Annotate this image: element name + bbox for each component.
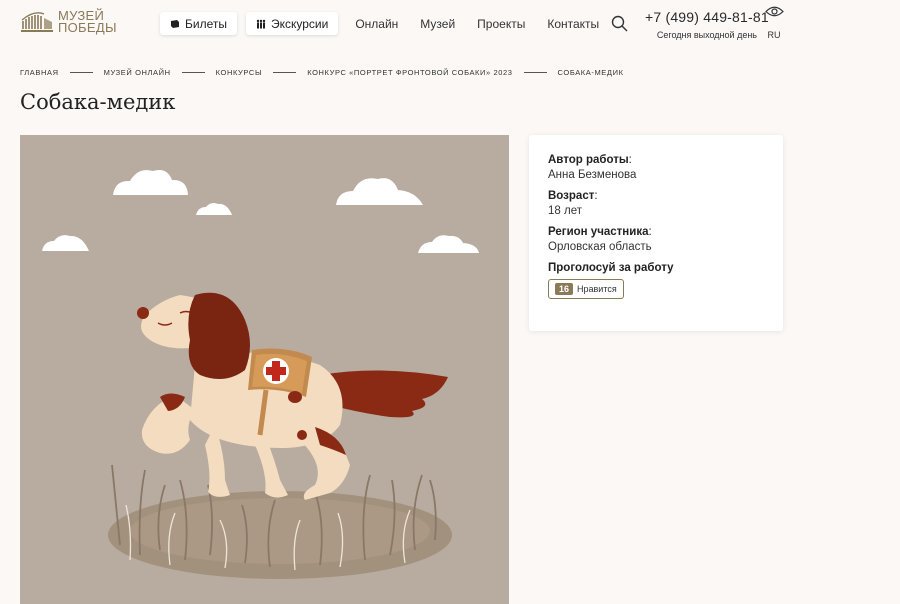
breadcrumb-contest[interactable]: Конкурс «Портрет фронтовой собаки» 2023 (307, 68, 512, 77)
like-count-badge: 16 (555, 283, 574, 295)
breadcrumb-current: Собака-медик (557, 68, 624, 77)
breadcrumb-separator (181, 72, 205, 73)
excursions-button[interactable]: Экскурсии (245, 12, 339, 35)
contact-block: +7 (499) 449-81-81 Сегодня выходной день (645, 9, 769, 40)
vote-title: Проголосуй за работу (548, 262, 674, 274)
nav-link-projects[interactable]: Проекты (477, 17, 525, 31)
eye-icon[interactable] (764, 5, 784, 18)
region-label: Регион участника: (548, 226, 652, 238)
clouds (42, 170, 479, 253)
breadcrumb-contests[interactable]: Конкурсы (216, 68, 263, 77)
age-label: Возраст: (548, 190, 598, 202)
nav-link-contacts[interactable]: Контакты (547, 17, 599, 31)
ticket-icon (171, 19, 179, 28)
language-switch[interactable]: RU (764, 30, 784, 40)
accessibility-block: RU (764, 5, 784, 40)
museum-logo[interactable]: МУЗЕЙ ПОБЕДЫ (20, 8, 117, 35)
main-nav: Билеты Экскурсии Онлайн Музей Проекты Ко… (160, 12, 628, 35)
breadcrumb-separator (273, 72, 297, 73)
author-field: Автор работы: Анна Безменова (548, 154, 764, 181)
like-button[interactable]: 16 Нравится (548, 279, 624, 299)
opening-status: Сегодня выходной день (656, 30, 757, 40)
age-field: Возраст: 18 лет (548, 190, 764, 217)
region-field: Регион участника: Орловская область (548, 226, 764, 253)
age-value: 18 лет (548, 205, 582, 217)
phone-number[interactable]: +7 (499) 449-81-81 (645, 9, 769, 25)
author-value: Анна Безменова (548, 169, 637, 181)
breadcrumb-separator (523, 72, 547, 73)
breadcrumb-museum-online[interactable]: Музей онлайн (104, 68, 171, 77)
region-value: Орловская область (548, 241, 652, 253)
tickets-button[interactable]: Билеты (160, 12, 237, 35)
breadcrumb-home[interactable]: Главная (20, 68, 59, 77)
search-icon[interactable] (611, 15, 628, 32)
excursions-label: Экскурсии (270, 16, 329, 31)
page-title: Собака-медик (20, 90, 176, 114)
museum-building-icon (21, 12, 53, 32)
tickets-label: Билеты (185, 16, 227, 31)
nav-link-online[interactable]: Онлайн (355, 17, 398, 31)
breadcrumb: Главная Музей онлайн Конкурсы Конкурс «П… (20, 68, 624, 77)
people-icon (256, 19, 266, 28)
nav-link-museum[interactable]: Музей (420, 17, 455, 31)
artwork-image[interactable] (20, 135, 509, 604)
like-label: Нравится (577, 284, 617, 294)
breadcrumb-separator (69, 72, 93, 73)
dog-medic-illustration (42, 170, 479, 579)
artwork-info-card: Автор работы: Анна Безменова Возраст: 18… (529, 135, 783, 331)
author-label: Автор работы: (548, 154, 632, 166)
logo-text: МУЗЕЙ ПОБЕДЫ (58, 8, 117, 35)
